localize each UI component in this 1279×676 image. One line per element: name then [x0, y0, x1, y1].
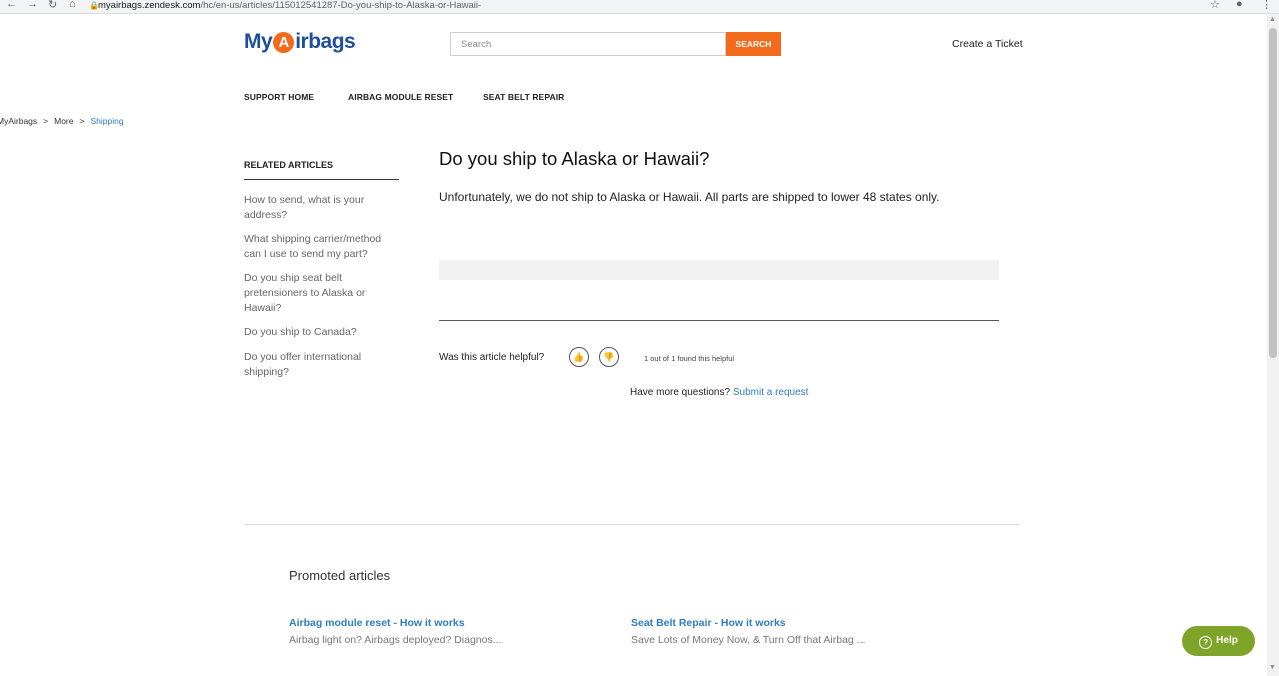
article-divider [439, 320, 999, 321]
related-article-link[interactable]: Do you ship seat belt pretensioners to A… [244, 271, 384, 316]
scroll-up-icon[interactable]: ▲ [1269, 16, 1276, 23]
browser-toolbar: ← → ↻ ⌂ 🔒 myairbags.zendesk.com/hc/en-us… [0, 0, 1279, 14]
thumbs-up-button[interactable]: 👍 [569, 347, 589, 367]
thumbs-down-icon: 👎 [603, 352, 615, 362]
related-article-link[interactable]: Do you offer international shipping? [244, 350, 384, 380]
nav-support-home[interactable]: SUPPORT HOME [244, 92, 314, 102]
breadcrumb: MyAirbags > More > Shipping [0, 116, 124, 126]
article-title: Do you ship to Alaska or Hawaii? [439, 148, 710, 169]
home-icon[interactable]: ⌂ [69, 0, 76, 10]
reload-icon[interactable]: ↻ [48, 0, 57, 11]
url-path: /hc/en-us/articles/115012541287-Do-you-s… [200, 0, 482, 11]
create-ticket-link[interactable]: Create a Ticket [952, 38, 1023, 50]
logo-rest: irbags [295, 30, 356, 53]
thumbs-down-button[interactable]: 👎 [599, 347, 619, 367]
article-attachments-bar [439, 260, 999, 280]
related-article-link[interactable]: What shipping carrier/method can I use t… [244, 232, 384, 262]
promoted-article-link[interactable]: Seat Belt Repair - How it works [631, 617, 786, 629]
related-articles-title: RELATED ARTICLES [244, 160, 333, 170]
promoted-articles-title: Promoted articles [289, 568, 391, 583]
question-icon: ? [1199, 636, 1213, 649]
page-scrollbar[interactable]: ▲ ▼ [1267, 14, 1279, 676]
site-logo[interactable]: My Airbags [244, 30, 356, 54]
related-articles-divider [244, 179, 399, 180]
promoted-article-desc: Airbag light on? Airbags deployed? Diagn… [289, 634, 502, 646]
thumbs-up-icon: 👍 [573, 352, 585, 362]
submit-request-link[interactable]: Submit a request [733, 387, 809, 398]
related-article-link[interactable]: How to send, what is your address? [244, 193, 384, 223]
breadcrumb-separator: > [79, 116, 85, 126]
url-host: myairbags.zendesk.com [98, 0, 201, 11]
helpful-question: Was this article helpful? [439, 352, 545, 363]
promoted-article-link[interactable]: Airbag module reset - How it works [289, 617, 465, 629]
breadcrumb-home[interactable]: MyAirbags [0, 116, 37, 126]
logo-my: My [244, 30, 273, 53]
forward-arrow-icon[interactable]: → [27, 0, 38, 10]
breadcrumb-more[interactable]: More [54, 116, 73, 126]
breadcrumb-shipping[interactable]: Shipping [90, 116, 123, 126]
bookmark-star-icon[interactable]: ☆ [1210, 0, 1220, 11]
back-arrow-icon[interactable]: ← [6, 0, 17, 10]
logo-airbag-icon: A [273, 32, 295, 53]
scroll-down-icon[interactable]: ▼ [1269, 664, 1276, 671]
promoted-divider [244, 524, 1020, 525]
more-questions: Have more questions? Submit a request [630, 387, 808, 398]
search-button[interactable]: SEARCH [726, 32, 781, 56]
promoted-article-desc: Save Lots of Money Now, & Turn Off that … [631, 634, 866, 646]
scrollbar-thumb[interactable] [1269, 28, 1277, 358]
help-widget-button[interactable]: ? Help [1182, 626, 1255, 656]
article-body: Unfortunately, we do not ship to Alaska … [439, 190, 940, 204]
menu-kebab-icon[interactable]: ⋮ [1261, 0, 1272, 11]
related-article-link[interactable]: Do you ship to Canada? [244, 325, 384, 340]
profile-icon[interactable]: ● [1236, 0, 1243, 10]
nav-seat-belt-repair[interactable]: SEAT BELT REPAIR [483, 92, 564, 102]
more-questions-label: Have more questions? [630, 387, 731, 398]
search-input[interactable] [450, 32, 726, 56]
nav-airbag-module-reset[interactable]: AIRBAG MODULE RESET [348, 92, 453, 102]
helpful-count: 1 out of 1 found this helpful [644, 354, 735, 363]
address-bar[interactable]: myairbags.zendesk.com/hc/en-us/articles/… [98, 0, 481, 12]
breadcrumb-separator: > [43, 116, 49, 126]
help-label: Help [1216, 635, 1238, 646]
